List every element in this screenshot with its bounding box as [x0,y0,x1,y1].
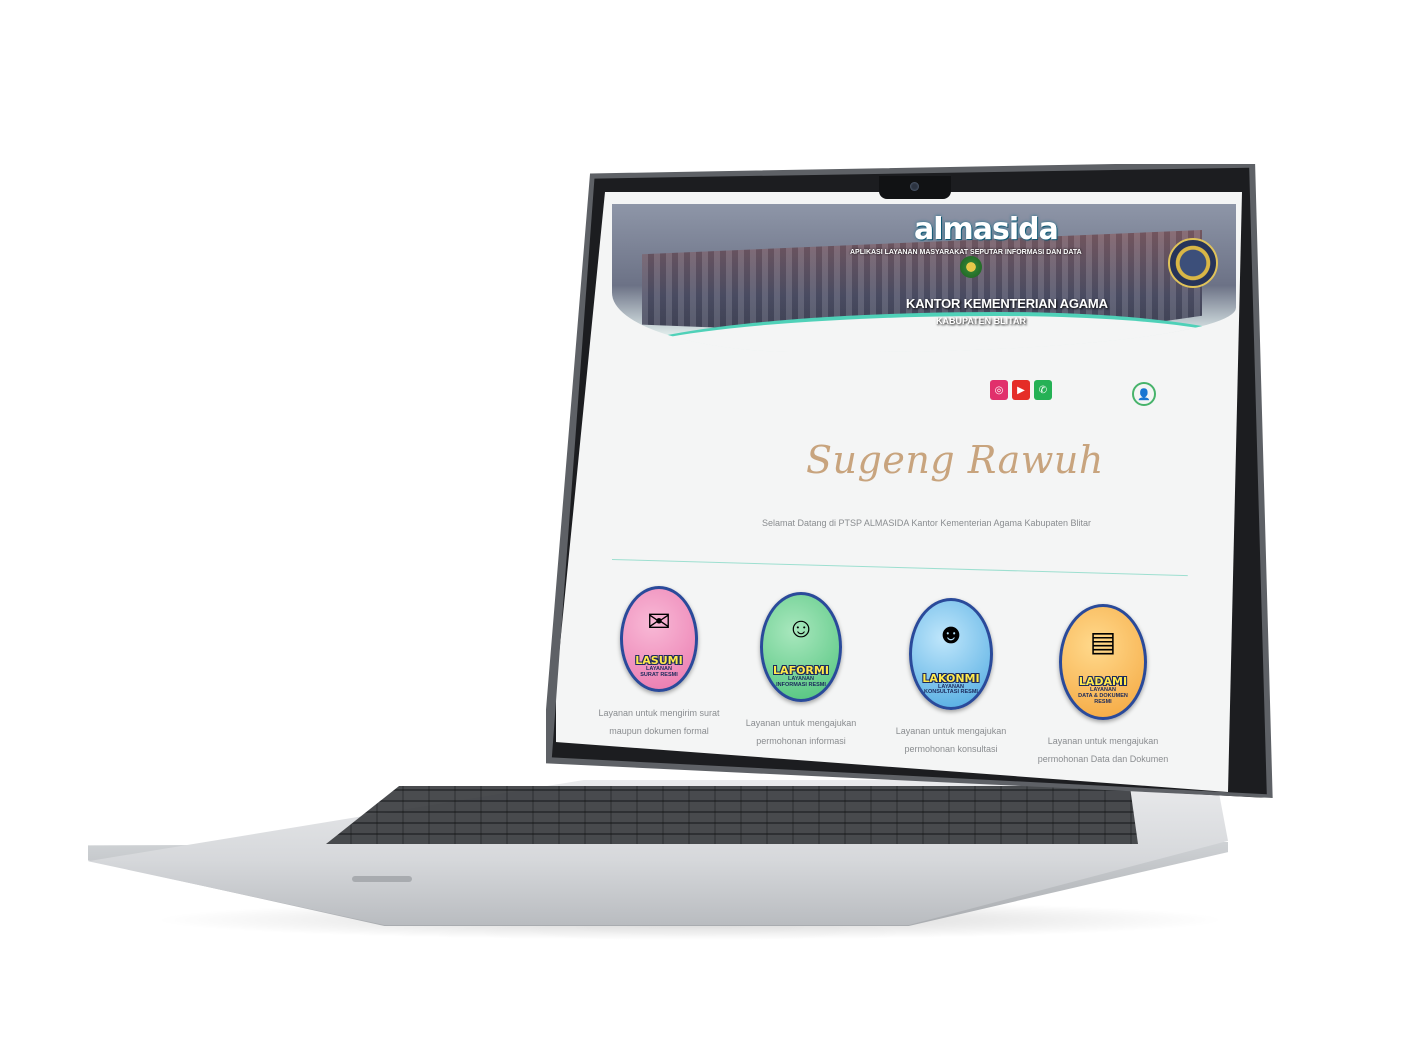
service-description: Layanan untuk mengajukan permohonan info… [745,718,857,746]
youtube-icon: ▶ [1017,384,1025,396]
ladami-badge[interactable]: ▤ LADAMI LAYANAN DATA & DOKUMEN RESMI [1059,604,1147,720]
app-tagline: APLIKASI LAYANAN MASYARAKAT SEPUTAR INFO… [850,249,1082,256]
welcome-text: Selamat Datang di PTSP ALMASIDA Kantor K… [762,518,1092,528]
whatsapp-icon: ✆ [1038,384,1048,396]
envelope-icon: ✉ [647,606,671,637]
header-banner: almasida APLIKASI LAYANAN MASYARAKAT SEP… [612,204,1236,352]
laptop-keyboard [326,786,1138,844]
service-description: Layanan untuk mengajukan permohonan kons… [895,726,1007,754]
instagram-button[interactable]: ◎ [990,380,1008,400]
user-icon: 👤 [1137,388,1151,401]
app-logo[interactable]: almasida [914,212,1059,247]
laformi-badge[interactable]: ☺ LAFORMI LAYANAN INFORMASI RESMI [760,592,842,702]
webcam-icon [910,182,919,191]
web-page: almasida APLIKASI LAYANAN MASYARAKAT SEP… [556,192,1242,792]
laptop-lid-opener [352,876,412,882]
greeting-title: Sugeng Rawuh [806,438,1104,482]
regency-badge-icon [1168,238,1218,288]
youtube-button[interactable]: ▶ [1012,380,1030,400]
service-description: Layanan untuk mengirim surat maupun doku… [598,708,720,736]
social-links: ◎ ▶ ✆ [990,380,1052,400]
office-city: KABUPATEN BLITAR [936,316,1026,326]
service-card-lakonmi[interactable]: ☻ LAKONMI LAYANAN KONSULTASI RESMI Layan… [876,598,1026,758]
laptop-screen: almasida APLIKASI LAYANAN MASYARAKAT SEP… [556,192,1242,792]
service-card-ladami[interactable]: ▤ LADAMI LAYANAN DATA & DOKUMEN RESMI La… [1028,604,1178,768]
service-card-lasumi[interactable]: ✉ LASUMI LAYANAN SURAT RESMI Layanan unt… [584,586,734,740]
service-subtitle: LAYANAN SURAT RESMI [640,666,678,679]
service-title: LAFORMI [773,663,829,677]
service-title: LAKONMI [922,671,980,685]
documents-icon: ▤ [1089,625,1117,657]
consultant-icon: ☻ [936,617,966,649]
service-subtitle: LAYANAN KONSULTASI RESMI [924,683,978,696]
lakonmi-badge[interactable]: ☻ LAKONMI LAYANAN KONSULTASI RESMI [909,598,993,710]
service-description: Layanan untuk mengajukan permohonan Data… [1037,736,1169,764]
whatsapp-button[interactable]: ✆ [1034,380,1052,400]
lasumi-badge[interactable]: ✉ LASUMI LAYANAN SURAT RESMI [620,586,698,692]
service-subtitle: LAYANAN INFORMASI RESMI [776,675,826,688]
support-agent-icon: ☺ [786,611,816,643]
user-account-button[interactable]: 👤 [1132,382,1156,406]
section-divider [611,559,1188,577]
ministry-emblem-icon [960,256,982,278]
office-name: KANTOR KEMENTERIAN AGAMA [906,296,1108,311]
service-subtitle: LAYANAN DATA & DOKUMEN RESMI [1078,687,1128,705]
instagram-icon: ◎ [994,384,1004,396]
service-card-laformi[interactable]: ☺ LAFORMI LAYANAN INFORMASI RESMI Layana… [726,592,876,750]
